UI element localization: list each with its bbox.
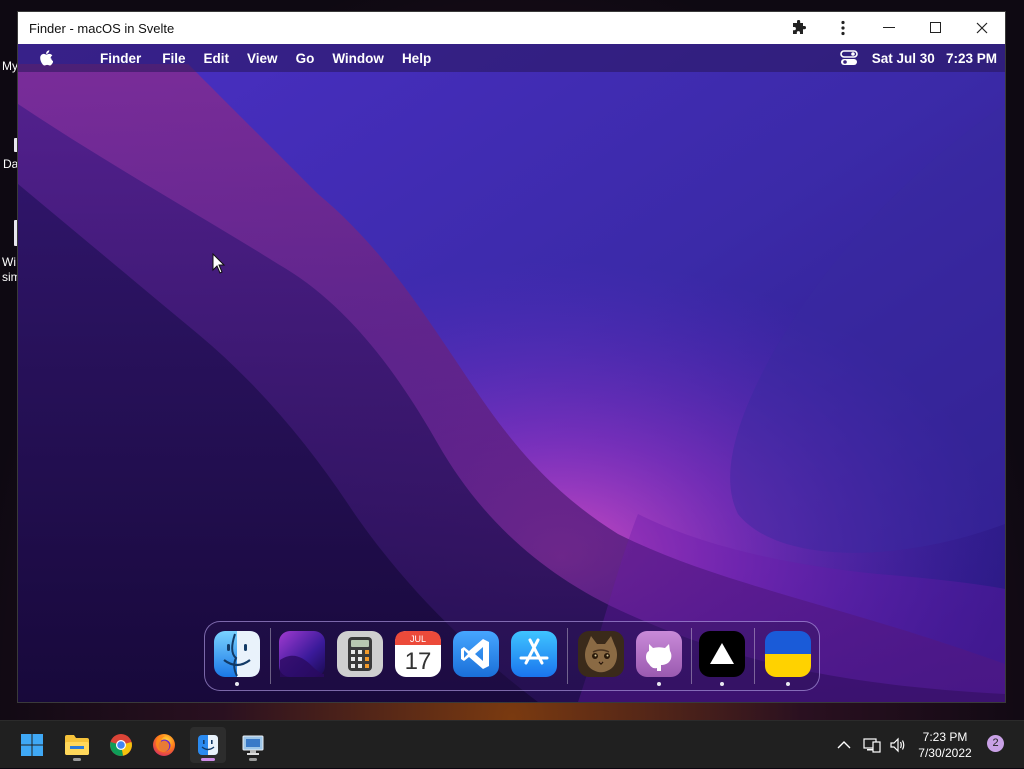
dock-item-calculator[interactable] [336,630,384,678]
github-icon [636,631,682,677]
finder-icon [198,735,218,755]
dock-item-wallpapers[interactable] [278,630,326,678]
control-center-icon[interactable] [839,49,858,67]
menu-item-window[interactable]: Window [323,51,393,66]
macos-desktop[interactable]: Finder File Edit View Go Window Help Sat… [18,44,1005,702]
dock-item-calendar[interactable]: JUL 17 [394,630,442,678]
calendar-month: JUL [410,634,426,644]
app-window: Finder - macOS in Svelte Finder File Edi… [17,11,1006,703]
dock-separator [691,628,692,684]
close-button[interactable] [959,12,1005,44]
taskbar-date: 7/30/2022 [918,746,972,760]
menu-item-edit[interactable]: Edit [195,51,239,66]
minimize-button[interactable] [865,12,913,44]
taskbar-file-explorer[interactable] [59,727,95,763]
taskbar-time: 7:23 PM [922,730,968,744]
firefox-icon [153,734,175,756]
dock: JUL 17 [204,621,820,691]
menubar-clock[interactable]: Sat Jul 30 7:23 PM [872,51,997,66]
dock-item-finder[interactable] [213,630,261,686]
windows-taskbar: 7:23 PM 7/30/2022 [0,720,1024,768]
apple-logo-icon[interactable] [39,49,55,67]
folder-icon [65,735,89,755]
window-title: Finder - macOS in Svelte [29,20,175,36]
menu-item-help[interactable]: Help [393,51,440,66]
network-icon[interactable] [863,721,881,769]
desktop-icon-label[interactable]: Wi [2,255,16,269]
menu-item-file[interactable]: File [153,51,194,66]
menu-item-view[interactable]: View [238,51,287,66]
close-icon [976,22,988,34]
dock-item-app-store[interactable] [510,630,558,678]
dock-item-ukraine[interactable] [764,630,812,686]
mouse-cursor-icon [212,253,226,274]
macos-menubar: Finder File Edit View Go Window Help Sat… [18,44,1005,72]
dock-item-vscode[interactable] [452,630,500,678]
desktop-icon-label[interactable]: My [2,59,18,73]
window-titlebar[interactable]: Finder - macOS in Svelte [18,12,1005,44]
tray-overflow-icon[interactable] [836,721,852,769]
calendar-day: 17 [405,648,432,675]
dock-separator [754,628,755,684]
puzzle-piece-icon[interactable] [777,12,821,44]
vercel-triangle-icon [699,631,745,677]
dock-item-vercel[interactable] [698,630,746,686]
menu-item-go[interactable]: Go [287,51,324,66]
dock-separator [270,628,271,684]
app-store-icon [511,631,557,677]
dock-item-cat[interactable] [577,630,625,678]
taskbar-remote-desktop[interactable] [235,727,271,763]
ukraine-flag-icon [765,631,811,677]
dock-separator [567,628,568,684]
maximize-button[interactable] [913,12,959,44]
windows-start-button[interactable] [14,727,50,763]
dock-item-github[interactable] [635,630,683,686]
more-vertical-icon[interactable] [821,12,865,44]
taskbar-clock[interactable]: 7:23 PM 7/30/2022 [905,729,985,761]
wallpaper-icon [279,631,325,677]
taskbar-macos-in-svelte[interactable] [190,727,226,763]
finder-icon [214,631,260,677]
cat-icon [578,631,624,677]
calendar-icon: JUL 17 [395,631,441,677]
chrome-icon [110,734,132,756]
maximize-icon [930,22,941,33]
calculator-icon [337,631,383,677]
taskbar-chrome[interactable] [103,727,139,763]
minimize-icon [883,27,895,28]
remote-desktop-icon [242,735,264,755]
notification-badge[interactable]: 2 [987,735,1004,752]
wallpaper [18,44,1005,702]
windows-start-icon [21,734,43,756]
menu-app-name[interactable]: Finder [89,51,153,66]
vscode-icon [453,631,499,677]
taskbar-firefox[interactable] [146,727,182,763]
